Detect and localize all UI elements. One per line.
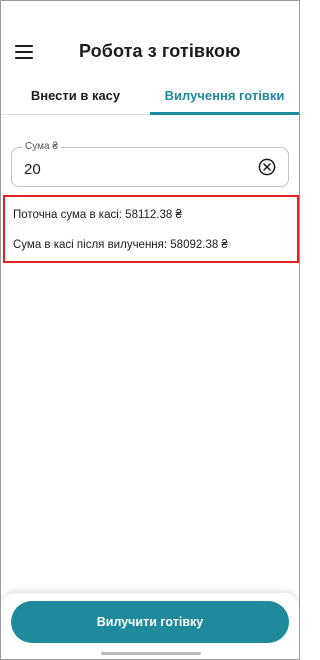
page-title: Робота з готівкою [79,41,241,61]
cash-info-box: Поточна сума в касі: 58112.38 ₴ Сума в к… [3,195,299,263]
tab-withdrawal[interactable]: Вилучення готівки [150,81,299,115]
hamburger-menu-icon[interactable] [15,45,33,59]
app-header: Робота з готівкою [1,1,299,73]
current-cash-sum: Поточна сума в касі: 58112.38 ₴ [13,209,182,221]
cash-operations-screen: Робота з готівкою Внести в касу Вилученн… [0,0,300,660]
home-indicator [101,652,201,655]
tab-deposit[interactable]: Внести в касу [1,81,150,114]
amount-input[interactable] [24,158,244,180]
bottom-action-bar: Вилучити готівку [1,593,299,659]
tab-bar: Внести в касу Вилучення готівки [1,81,299,115]
amount-field-label: Сума ₴ [22,141,61,153]
withdraw-cash-button[interactable]: Вилучити готівку [11,601,289,643]
cash-sum-after-withdrawal: Сума в касі після вилучення: 58092.38 ₴ [13,239,228,251]
amount-field: Сума ₴ [11,141,289,187]
menu-icon-line [15,45,33,47]
menu-icon-line [15,57,33,59]
clear-circle-x-icon[interactable] [258,158,276,176]
menu-icon-line [15,51,33,53]
